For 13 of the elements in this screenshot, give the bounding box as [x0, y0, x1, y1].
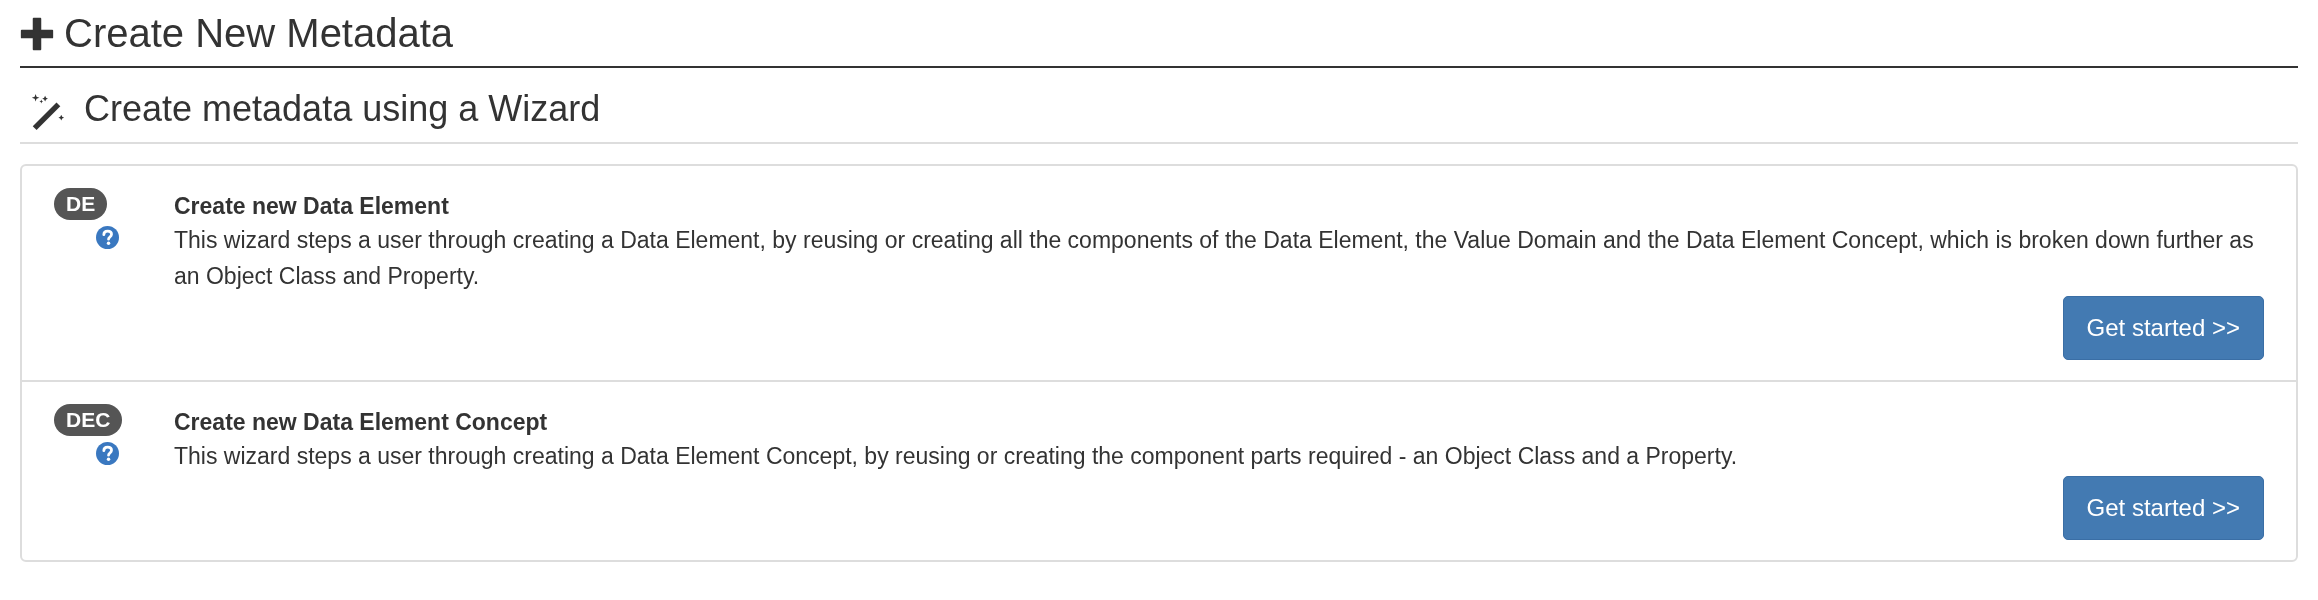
page-title: Create New Metadata [64, 10, 454, 56]
get-started-button[interactable]: Get started >> [2062, 296, 2264, 360]
wizard-title: Create new Data Element Concept [174, 408, 549, 437]
badge: DEC [54, 404, 123, 436]
badge: DE [54, 188, 108, 220]
wizard-description: This wizard steps a user through creating a Data Element, by reusing or creating all the components of the Data Element, the Value Domain and the Data Element Concept, which is broken down further as an Object Class and Property. [174, 226, 2255, 291]
plus-icon [20, 17, 54, 51]
get-started-button[interactable]: Get started >> [2062, 476, 2264, 540]
section-title: Create metadata using a Wizard [84, 88, 601, 130]
help-icon[interactable] [96, 442, 119, 465]
wizard-description: This wizard steps a user through creating a Data Element Concept, by reusing or creating the component parts required - an Object Class and a Property. [174, 442, 1739, 471]
wizard-title: Create new Data Element [174, 192, 450, 221]
help-icon[interactable] [96, 226, 119, 249]
